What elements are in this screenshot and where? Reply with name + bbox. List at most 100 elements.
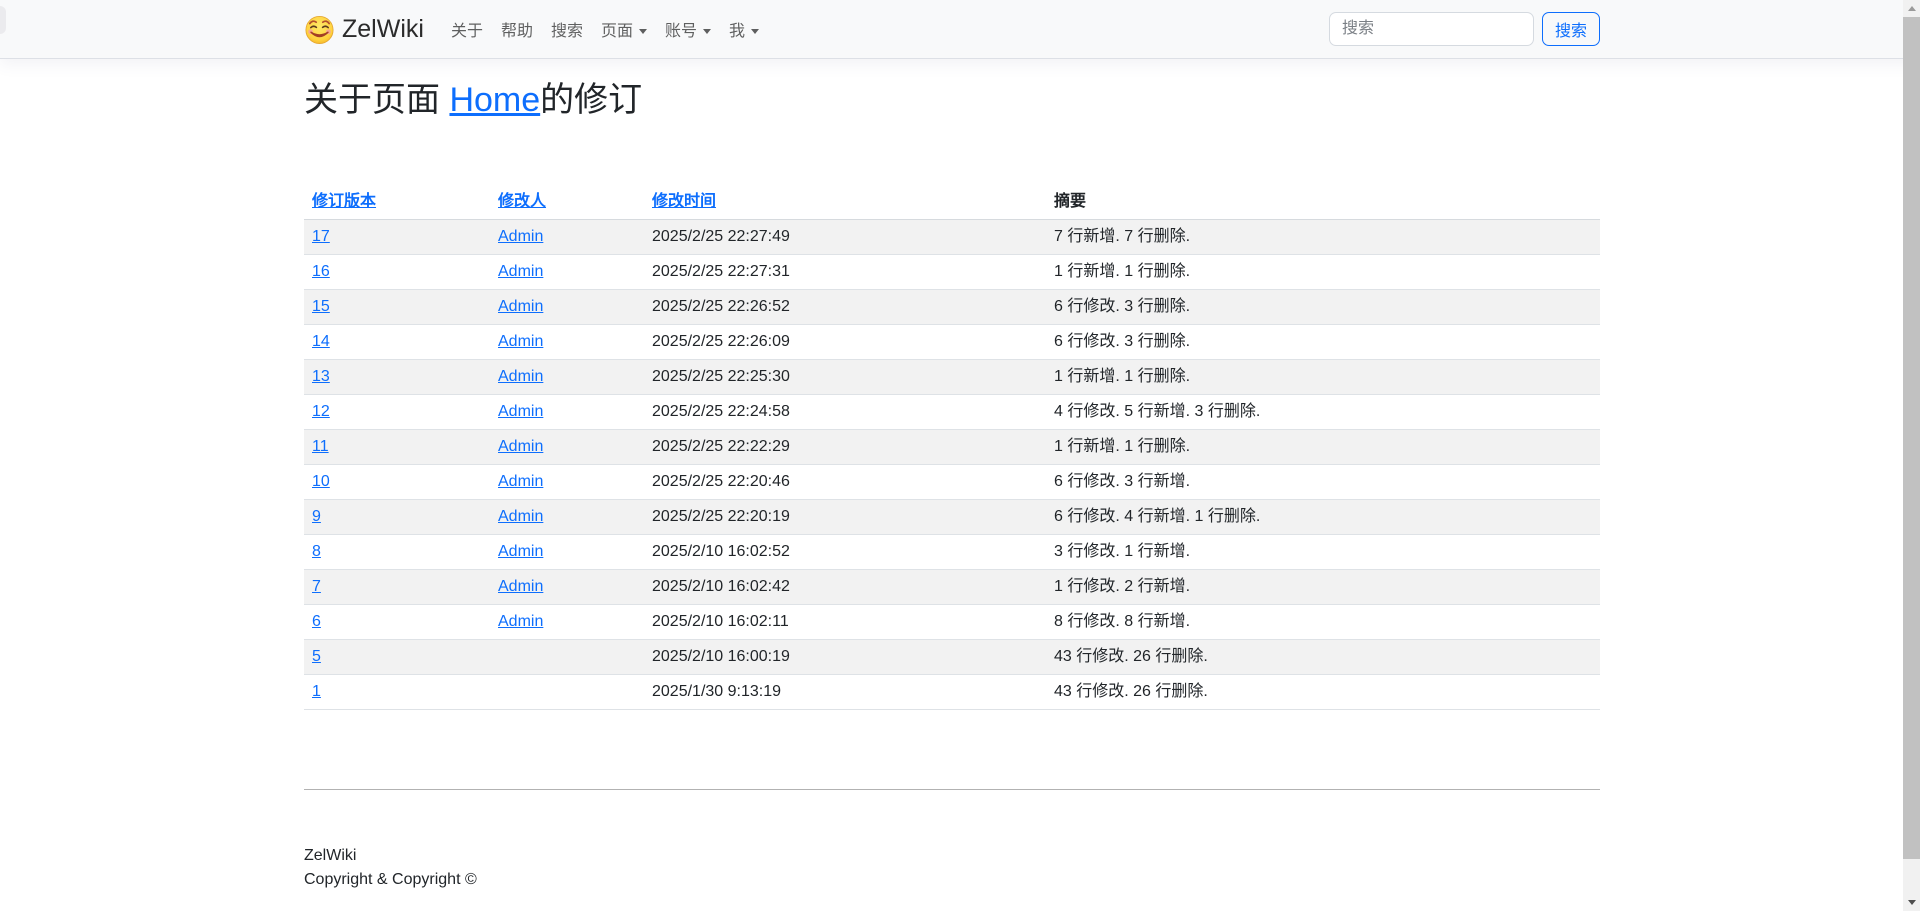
- summary-cell: 8 行修改. 8 行新增.: [1046, 605, 1600, 640]
- editor-cell: Admin: [490, 325, 644, 360]
- editor-cell: Admin: [490, 605, 644, 640]
- editor-cell: [490, 675, 644, 710]
- navbar-search-group: 搜索: [1329, 12, 1600, 46]
- time-cell: 2025/2/25 22:24:58: [644, 395, 1046, 430]
- revision-cell: 14: [304, 325, 490, 360]
- nav-item-about[interactable]: 关于: [442, 9, 492, 49]
- column-header-editor: 修改人: [490, 185, 644, 220]
- smiley-logo-icon: [304, 14, 335, 45]
- editor-link[interactable]: Admin: [498, 543, 543, 560]
- revision-link[interactable]: 5: [312, 648, 321, 665]
- page: ZelWiki 关于 帮助 搜索 页面 账号 我 搜索 关于页面 Home的修订: [0, 0, 1920, 911]
- revision-link[interactable]: 16: [312, 263, 330, 280]
- revision-cell: 15: [304, 290, 490, 325]
- revision-link[interactable]: 9: [312, 508, 321, 525]
- time-cell: 2025/2/25 22:20:19: [644, 500, 1046, 535]
- search-input[interactable]: [1329, 12, 1534, 46]
- editor-cell: Admin: [490, 535, 644, 570]
- editor-link[interactable]: Admin: [498, 613, 543, 630]
- revision-link[interactable]: 13: [312, 368, 330, 385]
- footer-divider: [304, 789, 1600, 790]
- nav-dropdown-me[interactable]: 我: [720, 9, 768, 49]
- revision-link[interactable]: 1: [312, 683, 321, 700]
- revision-link[interactable]: 6: [312, 613, 321, 630]
- editor-cell: Admin: [490, 360, 644, 395]
- nav-item-search[interactable]: 搜索: [542, 9, 592, 49]
- editor-cell: [490, 640, 644, 675]
- table-row: 9 Admin 2025/2/25 22:20:196 行修改. 4 行新增. 1 …: [304, 500, 1600, 535]
- footer-site-name: ZelWiki: [304, 844, 1600, 868]
- revision-cell: 11: [304, 430, 490, 465]
- footer-copyright: Copyright & Copyright ©: [304, 868, 1600, 892]
- title-prefix: 关于页面: [304, 81, 449, 119]
- revision-cell: 9: [304, 500, 490, 535]
- summary-cell: 3 行修改. 1 行新增.: [1046, 535, 1600, 570]
- time-cell: 2025/2/10 16:02:52: [644, 535, 1046, 570]
- editor-cell: Admin: [490, 395, 644, 430]
- summary-cell: 6 行修改. 4 行新增. 1 行删除.: [1046, 500, 1600, 535]
- sort-time-link[interactable]: 修改时间: [652, 193, 716, 210]
- revision-cell: 13: [304, 360, 490, 395]
- editor-link[interactable]: Admin: [498, 263, 543, 280]
- editor-cell: Admin: [490, 290, 644, 325]
- time-cell: 2025/2/25 22:20:46: [644, 465, 1046, 500]
- scrollbar[interactable]: [1903, 0, 1920, 911]
- editor-link[interactable]: Admin: [498, 508, 543, 525]
- revision-cell: 6: [304, 605, 490, 640]
- summary-cell: 43 行修改. 26 行删除.: [1046, 640, 1600, 675]
- sort-revision-link[interactable]: 修订版本: [312, 193, 376, 210]
- editor-link[interactable]: Admin: [498, 473, 543, 490]
- revision-link[interactable]: 17: [312, 228, 330, 245]
- time-cell: 2025/2/10 16:02:11: [644, 605, 1046, 640]
- editor-link[interactable]: Admin: [498, 578, 543, 595]
- revision-link[interactable]: 8: [312, 543, 321, 560]
- editor-cell: Admin: [490, 430, 644, 465]
- summary-cell: 6 行修改. 3 行新增.: [1046, 465, 1600, 500]
- time-cell: 2025/2/25 22:27:31: [644, 255, 1046, 290]
- editor-link[interactable]: Admin: [498, 368, 543, 385]
- table-row: 16Admin2025/2/25 22:27:311 行新增. 1 行删除.: [304, 255, 1600, 290]
- time-cell: 2025/2/25 22:22:29: [644, 430, 1046, 465]
- window-edge-artifact: [0, 6, 6, 34]
- revision-link[interactable]: 11: [312, 438, 329, 455]
- nav-item-help[interactable]: 帮助: [492, 9, 542, 49]
- editor-link[interactable]: Admin: [498, 438, 543, 455]
- revision-cell: 10: [304, 465, 490, 500]
- table-row: 6 Admin 2025/2/10 16:02:118 行修改. 8 行新增.: [304, 605, 1600, 640]
- summary-cell: 6 行修改. 3 行删除.: [1046, 325, 1600, 360]
- summary-cell: 43 行修改. 26 行删除.: [1046, 675, 1600, 710]
- time-cell: 2025/2/10 16:00:19: [644, 640, 1046, 675]
- revision-link[interactable]: 10: [312, 473, 330, 490]
- nav-links: 关于 帮助 搜索 页面 账号 我: [442, 9, 768, 49]
- scroll-down-icon[interactable]: [1903, 894, 1920, 911]
- table-row: 10 Admin 2025/2/25 22:20:466 行修改. 3 行新增.: [304, 465, 1600, 500]
- scrollbar-thumb[interactable]: [1903, 17, 1920, 859]
- revision-link[interactable]: 14: [312, 333, 330, 350]
- revision-cell: 12: [304, 395, 490, 430]
- editor-link[interactable]: Admin: [498, 228, 543, 245]
- revision-link[interactable]: 12: [312, 403, 330, 420]
- nav-dropdown-pages[interactable]: 页面: [592, 9, 656, 49]
- title-suffix: 的修订: [540, 81, 642, 119]
- table-row: 7Admin2025/2/10 16:02:421 行修改. 2 行新增.: [304, 570, 1600, 605]
- table-row: 11Admin2025/2/25 22:22:291 行新增. 1 行删除.: [304, 430, 1600, 465]
- sort-editor-link[interactable]: 修改人: [498, 193, 546, 210]
- revision-cell: 17: [304, 220, 490, 255]
- time-cell: 2025/2/25 22:27:49: [644, 220, 1046, 255]
- page-title: 关于页面 Home的修订: [304, 80, 1600, 121]
- editor-link[interactable]: Admin: [498, 333, 543, 350]
- time-cell: 2025/2/10 16:02:42: [644, 570, 1046, 605]
- brand-label: ZelWiki: [342, 14, 424, 44]
- time-cell: 2025/1/30 9:13:19: [644, 675, 1046, 710]
- revision-link[interactable]: 7: [312, 578, 321, 595]
- search-button[interactable]: 搜索: [1542, 12, 1600, 46]
- summary-cell: 7 行新增. 7 行删除.: [1046, 220, 1600, 255]
- revision-link[interactable]: 15: [312, 298, 330, 315]
- page-title-home-link[interactable]: Home: [449, 81, 540, 119]
- nav-dropdown-account[interactable]: 账号: [656, 9, 720, 49]
- scroll-up-icon[interactable]: [1903, 0, 1920, 17]
- editor-link[interactable]: Admin: [498, 298, 543, 315]
- main-content: 关于页面 Home的修订 修订版本 修改人 修改时间 摘要 17Admin202…: [292, 59, 1612, 892]
- brand-link[interactable]: ZelWiki: [304, 14, 424, 45]
- editor-link[interactable]: Admin: [498, 403, 543, 420]
